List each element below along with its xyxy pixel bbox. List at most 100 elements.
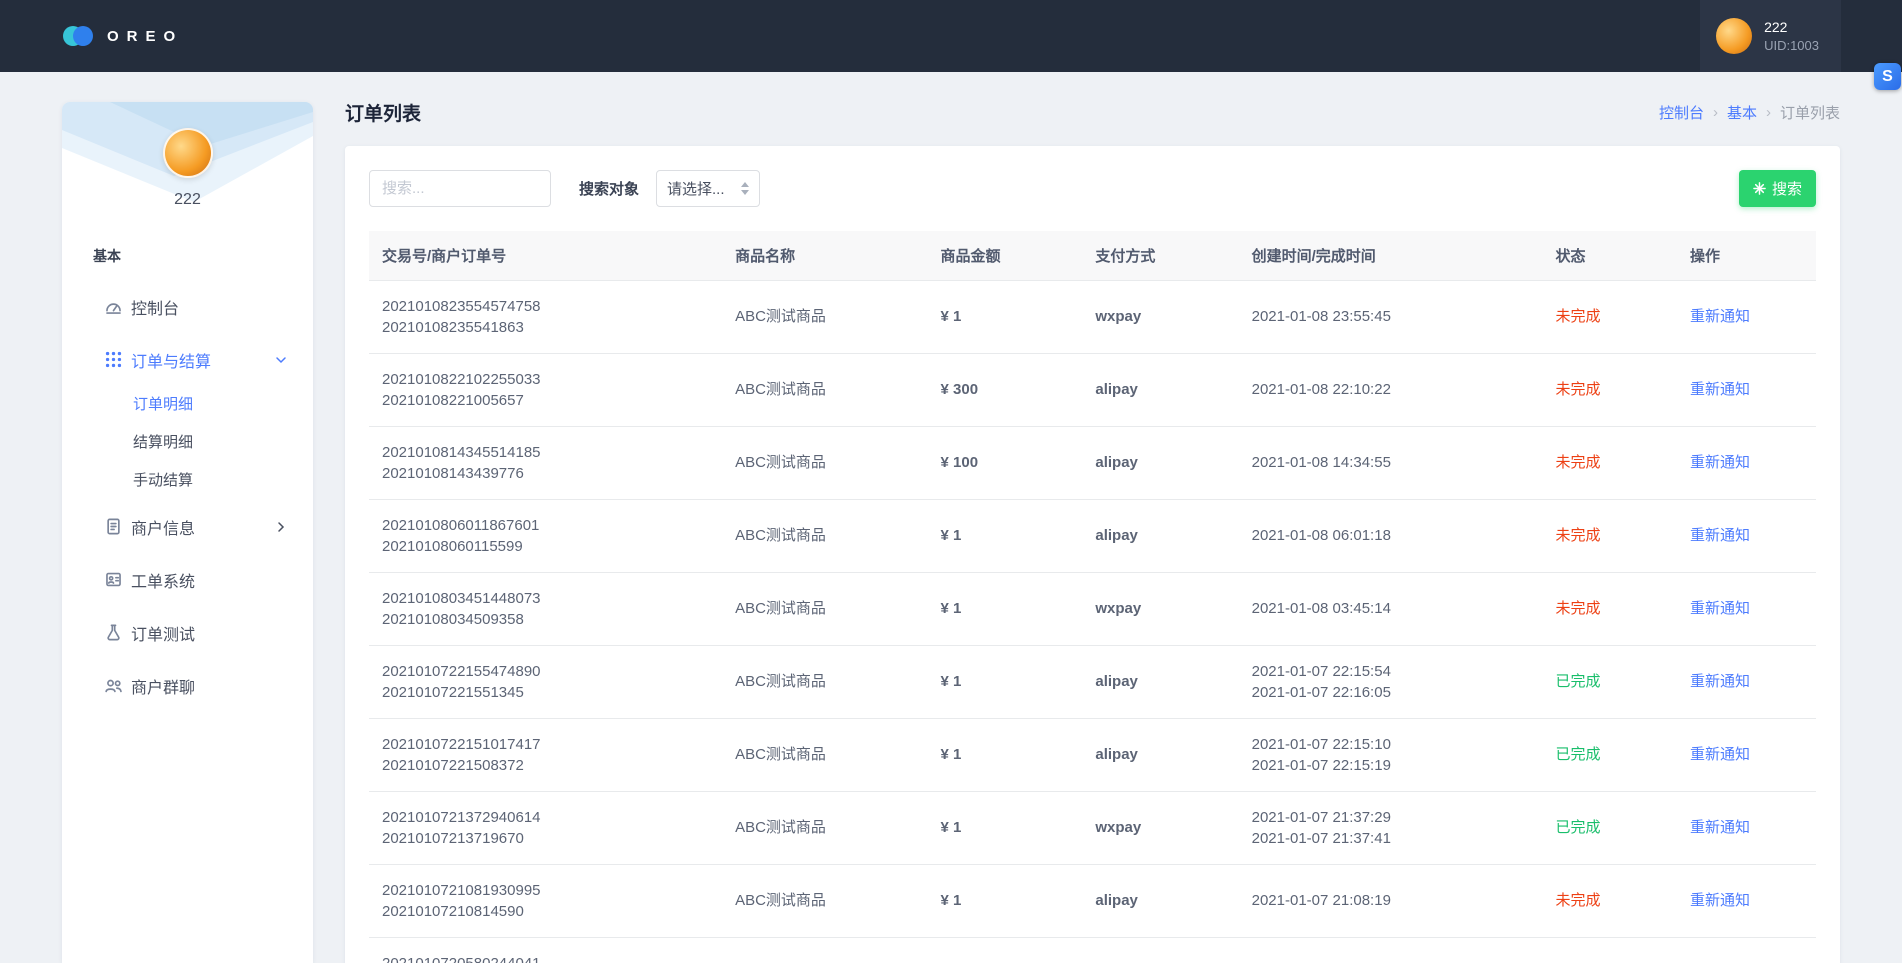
product-amount: ¥ 1 (928, 499, 1083, 572)
brand-name: OREO (107, 28, 183, 45)
product-amount: ¥ 1 (928, 645, 1083, 718)
merchant-order-no: 20210108060115599 (382, 536, 709, 557)
product-name: ABC测试商品 (722, 645, 927, 718)
page-title: 订单列表 (345, 99, 421, 126)
status-badge: 未完成 (1555, 308, 1600, 325)
search-input[interactable] (369, 170, 551, 207)
created-time: 2021-01-08 06:01:18 (1252, 525, 1530, 546)
sidebar-item-ticket-system[interactable]: 工单系统 (62, 553, 313, 606)
completed-time: 2021-01-07 22:15:19 (1252, 755, 1530, 776)
select-arrows-icon (741, 182, 749, 195)
profile-avatar (163, 128, 213, 178)
product-amount: ¥ 100 (928, 426, 1083, 499)
grid-icon (104, 350, 123, 369)
sidebar-item-merchant-chat[interactable]: 商户群聊 (62, 659, 313, 712)
asterisk-icon (1753, 182, 1766, 195)
sidebar-item-merchant-info[interactable]: 商户信息 (62, 500, 313, 553)
breadcrumb-separator: › (1713, 104, 1718, 121)
ime-indicator-icon[interactable]: S (1874, 63, 1901, 90)
user-uid: UID:1003 (1764, 37, 1819, 55)
product-name: ABC测试商品 (722, 426, 927, 499)
chevron-down-icon (275, 354, 287, 366)
topbar-user[interactable]: 222 UID:1003 (1700, 0, 1841, 72)
status-badge: 已完成 (1555, 746, 1600, 763)
renotify-link[interactable]: 重新通知 (1690, 746, 1750, 763)
renotify-link[interactable]: 重新通知 (1690, 454, 1750, 471)
product-name: ABC测试商品 (722, 937, 927, 963)
product-amount: ¥ 1 (928, 864, 1083, 937)
pay-method: alipay (1082, 718, 1238, 791)
product-name: ABC测试商品 (722, 572, 927, 645)
brand: OREO (63, 25, 183, 47)
merchant-order-no: 20210108221005657 (382, 390, 709, 411)
renotify-link[interactable]: 重新通知 (1690, 892, 1750, 909)
product-name: ABC测试商品 (722, 353, 927, 426)
search-target-label: 搜索对象 (579, 178, 639, 199)
column-header-pay-method: 支付方式 (1082, 231, 1238, 280)
column-header-time: 创建时间/完成时间 (1239, 231, 1543, 280)
topbar: OREO 222 UID:1003 S (0, 0, 1902, 72)
created-time: 2021-01-08 22:10:22 (1252, 379, 1530, 400)
pay-method: alipay (1082, 937, 1238, 963)
renotify-link[interactable]: 重新通知 (1690, 308, 1750, 325)
status-badge: 未完成 (1555, 381, 1600, 398)
breadcrumb-basic[interactable]: 基本 (1727, 102, 1757, 123)
workorder-icon (104, 570, 123, 589)
search-target-select[interactable]: 请选择... (656, 170, 760, 207)
created-time: 2021-01-07 22:15:10 (1252, 734, 1530, 755)
chevron-right-icon (275, 521, 287, 533)
trade-no: 2021010721372940614 (382, 807, 709, 828)
sidebar-subitem-order-detail[interactable]: 订单明细 (62, 386, 313, 424)
product-amount: ¥ 1 (928, 937, 1083, 963)
renotify-link[interactable]: 重新通知 (1690, 819, 1750, 836)
user-name: 222 (1764, 18, 1819, 37)
table-row: 2021010722155474890 20210107221551345 AB… (369, 645, 1816, 718)
merchant-order-no: 20210108034509358 (382, 609, 709, 630)
product-amount: ¥ 1 (928, 791, 1083, 864)
pay-method: alipay (1082, 499, 1238, 572)
renotify-link[interactable]: 重新通知 (1690, 527, 1750, 544)
created-time: 2021-01-08 03:45:14 (1252, 598, 1530, 619)
breadcrumb-separator: › (1766, 104, 1771, 121)
column-header-action: 操作 (1677, 231, 1816, 280)
created-time: 2021-01-07 22:15:54 (1252, 661, 1530, 682)
trade-no: 2021010814345514185 (382, 442, 709, 463)
trade-no: 2021010823554574758 (382, 296, 709, 317)
table-row: 2021010814345514185 20210108143439776 AB… (369, 426, 1816, 499)
breadcrumb-current: 订单列表 (1780, 102, 1840, 123)
trade-no: 2021010803451448073 (382, 588, 709, 609)
sidebar-item-label: 控制台 (131, 295, 179, 319)
pay-method: alipay (1082, 645, 1238, 718)
search-button[interactable]: 搜索 (1739, 170, 1816, 207)
trade-no: 2021010720580244041 (382, 953, 709, 963)
merchant-order-no: 20210107213719670 (382, 828, 709, 849)
product-name: ABC测试商品 (722, 864, 927, 937)
people-icon (104, 676, 123, 695)
breadcrumb-console[interactable]: 控制台 (1659, 102, 1704, 123)
created-time: 2021-01-07 21:37:29 (1252, 807, 1530, 828)
sidebar-section-label: 基本 (93, 246, 313, 266)
brand-logo-icon (63, 25, 95, 47)
completed-time: 2021-01-07 21:37:41 (1252, 828, 1530, 849)
sidebar-subitem-settlement-detail[interactable]: 结算明细 (62, 424, 313, 462)
created-time: 2021-01-08 14:34:55 (1252, 452, 1530, 473)
sidebar-menu: 控制台 订单与结算 订单明细 结算明细 (62, 280, 313, 712)
sidebar-item-console[interactable]: 控制台 (62, 280, 313, 333)
pay-method: alipay (1082, 864, 1238, 937)
renotify-link[interactable]: 重新通知 (1690, 673, 1750, 690)
sidebar-item-label: 订单测试 (131, 621, 195, 645)
sidebar-subitem-manual-settlement[interactable]: 手动结算 (62, 462, 313, 500)
status-badge: 未完成 (1555, 600, 1600, 617)
sidebar-item-orders-settlement[interactable]: 订单与结算 (62, 333, 313, 386)
renotify-link[interactable]: 重新通知 (1690, 600, 1750, 617)
renotify-link[interactable]: 重新通知 (1690, 381, 1750, 398)
status-badge: 未完成 (1555, 527, 1600, 544)
status-badge: 已完成 (1555, 673, 1600, 690)
sidebar-item-order-test[interactable]: 订单测试 (62, 606, 313, 659)
trade-no: 2021010721081930995 (382, 880, 709, 901)
gauge-icon (104, 297, 123, 316)
product-name: ABC测试商品 (722, 718, 927, 791)
trade-no: 2021010722155474890 (382, 661, 709, 682)
table-row: 2021010721372940614 20210107213719670 AB… (369, 791, 1816, 864)
table-row: 2021010722151017417 20210107221508372 AB… (369, 718, 1816, 791)
